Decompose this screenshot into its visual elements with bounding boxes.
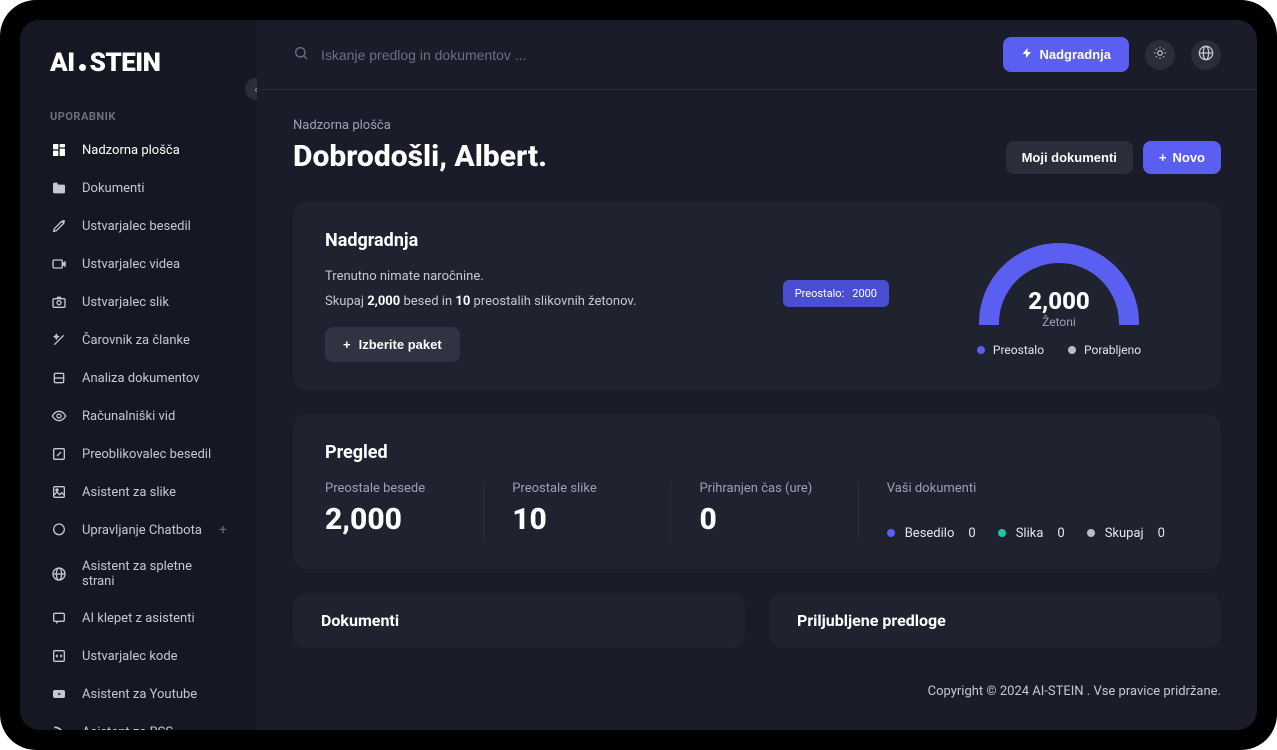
topbar: Nadgradnja bbox=[257, 20, 1257, 90]
doc-legend-item: Skupaj0 bbox=[1087, 526, 1165, 541]
my-documents-button[interactable]: Moji dokumenti bbox=[1006, 141, 1133, 174]
favorites-panel: Priljubljene predloge bbox=[769, 593, 1221, 648]
sidebar-item-label: Čarovnik za članke bbox=[82, 333, 190, 348]
sidebar-item-globe[interactable]: Asistent za spletne strani bbox=[20, 549, 257, 599]
edit-icon bbox=[50, 445, 68, 463]
sidebar-item-code[interactable]: Ustvarjalec kode bbox=[20, 637, 257, 675]
youtube-icon bbox=[50, 685, 68, 703]
page-title: Dobrodošli, Albert. bbox=[293, 139, 547, 174]
sidebar-item-label: Ustvarjalec slik bbox=[82, 295, 169, 310]
token-gauge: 2,000 Žetoni bbox=[969, 235, 1149, 325]
image-icon bbox=[50, 483, 68, 501]
code-icon bbox=[50, 647, 68, 665]
sidebar-item-pencil[interactable]: Ustvarjalec besedil bbox=[20, 207, 257, 245]
scan-icon bbox=[50, 369, 68, 387]
new-button[interactable]: + Novo bbox=[1143, 141, 1221, 174]
sun-icon bbox=[1153, 46, 1167, 64]
sidebar-item-youtube[interactable]: Asistent za Youtube bbox=[20, 675, 257, 713]
sidebar-item-label: Ustvarjalec videa bbox=[82, 257, 180, 272]
sidebar-item-label: Asistent za RSS bbox=[82, 725, 173, 731]
remaining-tooltip: Preostalo 2000 bbox=[783, 280, 889, 307]
sidebar-item-label: AI klepet z asistenti bbox=[82, 611, 195, 626]
subscription-status: Trenutno nimate naročnine. bbox=[325, 269, 743, 284]
overview-card: Pregled Preostale besede 2,000 Preostale… bbox=[293, 414, 1221, 569]
choose-plan-button[interactable]: + Izberite paket bbox=[325, 327, 460, 362]
sidebar-item-folder[interactable]: Dokumenti bbox=[20, 169, 257, 207]
sidebar-item-video[interactable]: Ustvarjalec videa bbox=[20, 245, 257, 283]
legend-remaining: Preostalo bbox=[977, 343, 1044, 357]
upgrade-button[interactable]: Nadgradnja bbox=[1003, 37, 1129, 72]
plus-icon: + bbox=[1159, 150, 1167, 165]
sidebar-item-label: Preoblikovalec besedil bbox=[82, 447, 211, 462]
doc-legend-item: Slika0 bbox=[998, 526, 1065, 541]
folder-icon bbox=[50, 179, 68, 197]
token-summary: Skupaj 2,000 besed in 10 preostalih slik… bbox=[325, 294, 743, 309]
stat-docs-label: Vaši dokumenti bbox=[887, 481, 1165, 498]
search-input[interactable] bbox=[321, 47, 987, 63]
language-button[interactable] bbox=[1191, 40, 1221, 70]
sidebar-item-label: Asistent za Youtube bbox=[82, 687, 197, 702]
legend-used: Porabljeno bbox=[1068, 343, 1141, 357]
stat-time-value: 0 bbox=[699, 502, 833, 537]
search-wrap bbox=[293, 45, 987, 65]
gauge-label: Žetoni bbox=[969, 315, 1149, 329]
sidebar-item-label: Asistent za spletne strani bbox=[82, 559, 227, 589]
upgrade-title: Nadgradnja bbox=[325, 230, 743, 251]
bolt-icon bbox=[1021, 47, 1033, 62]
documents-panel: Dokumenti bbox=[293, 593, 745, 648]
sidebar-item-rss[interactable]: Asistent za RSS bbox=[20, 713, 257, 730]
sidebar-item-label: Ustvarjalec kode bbox=[82, 649, 178, 664]
plus-icon: + bbox=[219, 522, 227, 538]
globe-icon bbox=[50, 565, 68, 583]
sidebar-item-scan[interactable]: Analiza dokumentov bbox=[20, 359, 257, 397]
globe-icon bbox=[1198, 45, 1214, 65]
sidebar-item-dashboard[interactable]: Nadzorna plošča bbox=[20, 131, 257, 169]
gauge-value: 2,000 bbox=[969, 287, 1149, 315]
sidebar-item-edit[interactable]: Preoblikovalec besedil bbox=[20, 435, 257, 473]
theme-toggle-button[interactable] bbox=[1145, 40, 1175, 70]
stat-words-label: Preostale besede bbox=[325, 481, 459, 498]
sidebar-item-eye[interactable]: Računalniški vid bbox=[20, 397, 257, 435]
video-icon bbox=[50, 255, 68, 273]
sidebar-item-label: Ustvarjalec besedil bbox=[82, 219, 191, 234]
chevron-left-icon: ‹ bbox=[254, 83, 257, 96]
wand-icon bbox=[50, 331, 68, 349]
footer-copyright: Copyright © 2024 AI-STEIN . Vse pravice … bbox=[293, 672, 1221, 699]
breadcrumb: Nadzorna plošča bbox=[293, 118, 547, 133]
eye-icon bbox=[50, 407, 68, 425]
sidebar-item-label: Analiza dokumentov bbox=[82, 371, 200, 386]
camera-icon bbox=[50, 293, 68, 311]
stat-images-label: Preostale slike bbox=[512, 481, 646, 498]
sidebar-section-label: UPORABNIK bbox=[20, 102, 257, 131]
sidebar-item-label: Dokumenti bbox=[82, 181, 145, 196]
brand-logo[interactable]: AISTEIN bbox=[20, 48, 257, 102]
sidebar-item-label: Asistent za slike bbox=[82, 485, 176, 500]
pencil-icon bbox=[50, 217, 68, 235]
sidebar-item-chat[interactable]: Upravljanje Chatbota + bbox=[20, 511, 257, 549]
sidebar-item-image[interactable]: Asistent za slike bbox=[20, 473, 257, 511]
chat-icon bbox=[50, 521, 68, 539]
dashboard-icon bbox=[50, 141, 68, 159]
sidebar-item-label: Nadzorna plošča bbox=[82, 143, 180, 158]
doc-legend-item: Besedilo0 bbox=[887, 526, 976, 541]
sidebar-item-wand[interactable]: Čarovnik za članke bbox=[20, 321, 257, 359]
rss-icon bbox=[50, 723, 68, 730]
stat-time-label: Prihranjen čas (ure) bbox=[699, 481, 833, 498]
stat-words-value: 2,000 bbox=[325, 502, 459, 537]
sidebar-item-label: Upravljanje Chatbota bbox=[82, 523, 202, 538]
upgrade-card: Nadgradnja Trenutno nimate naročnine. Sk… bbox=[293, 202, 1221, 390]
stat-images-value: 10 bbox=[512, 502, 646, 537]
sidebar: AISTEIN ‹ UPORABNIK Nadzorna plošča Dokum… bbox=[20, 20, 257, 730]
sidebar-item-camera[interactable]: Ustvarjalec slik bbox=[20, 283, 257, 321]
plus-icon: + bbox=[343, 337, 351, 352]
overview-title: Pregled bbox=[325, 442, 1189, 463]
sidebar-item-label: Računalniški vid bbox=[82, 409, 175, 424]
search-icon bbox=[293, 45, 309, 65]
msg-icon bbox=[50, 609, 68, 627]
sidebar-item-msg[interactable]: AI klepet z asistenti bbox=[20, 599, 257, 637]
